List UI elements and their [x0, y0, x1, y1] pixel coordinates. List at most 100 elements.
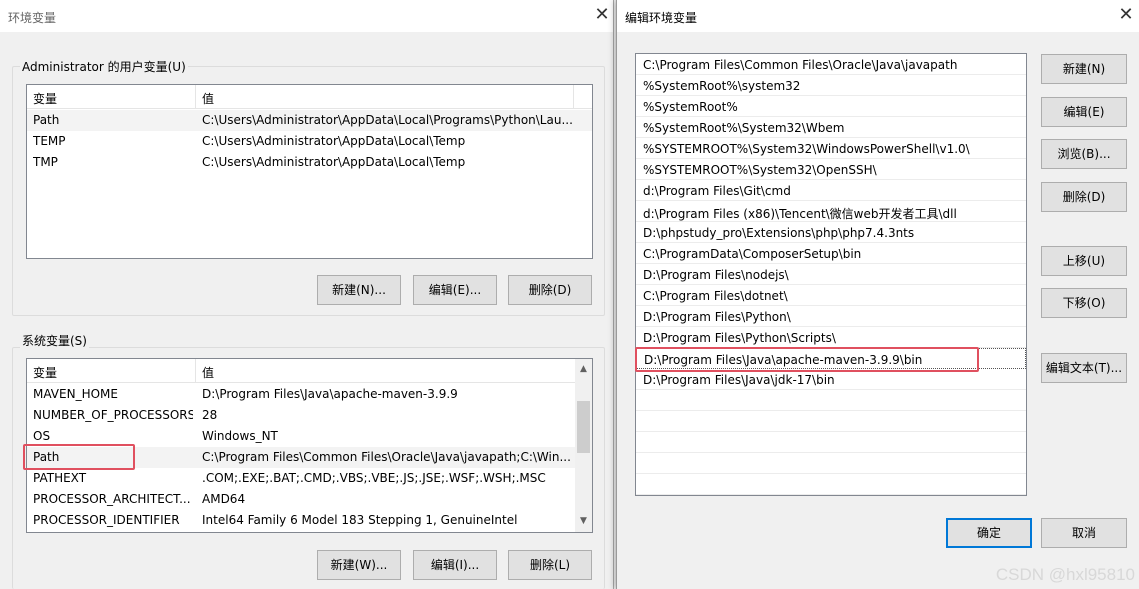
path-browse-button[interactable]: 浏览(B)... — [1041, 139, 1127, 169]
var-name: PATHEXT — [33, 471, 87, 485]
button-label: 删除(D) — [1062, 190, 1106, 204]
move-down-button[interactable]: 下移(O) — [1041, 288, 1127, 318]
var-value: Windows_NT — [202, 429, 278, 443]
path-item[interactable]: D:\Program Files\Python\Scripts\ — [636, 327, 1026, 348]
system-vars-header: 变量 值 — [27, 359, 576, 383]
table-row[interactable]: PROCESSOR_IDENTIFIER Intel64 Family 6 Mo… — [27, 510, 576, 531]
edit-dialog-titlebar: 编辑环境变量 ✕ — [617, 0, 1139, 32]
var-name: TEMP — [33, 134, 66, 148]
scroll-thumb[interactable] — [577, 401, 590, 453]
path-new-button[interactable]: 新建(N) — [1041, 54, 1127, 84]
button-label: 新建(W)... — [330, 558, 388, 572]
path-edit-button[interactable]: 编辑(E) — [1041, 97, 1127, 127]
user-delete-button[interactable]: 删除(D) — [508, 275, 592, 305]
button-label: 编辑(I)... — [430, 558, 480, 572]
path-item[interactable]: %SYSTEMROOT%\System32\WindowsPowerShell\… — [636, 138, 1026, 159]
empty-row — [636, 474, 1026, 495]
ok-button[interactable]: 确定 — [946, 518, 1032, 548]
path-list[interactable]: C:\Program Files\Common Files\Oracle\Jav… — [635, 53, 1027, 496]
column-divider[interactable] — [195, 85, 196, 109]
table-row[interactable]: MAVEN_HOME D:\Program Files\Java\apache-… — [27, 384, 576, 405]
user-new-button[interactable]: 新建(N)... — [317, 275, 401, 305]
table-row[interactable]: TEMP C:\Users\Administrator\AppData\Loca… — [27, 131, 592, 152]
col-variable[interactable]: 变量 — [33, 90, 57, 107]
var-value: D:\Program Files\Java\apache-maven-3.9.9 — [202, 387, 458, 401]
var-value: .COM;.EXE;.BAT;.CMD;.VBS;.VBE;.JS;.JSE;.… — [202, 471, 546, 485]
empty-row — [636, 411, 1026, 432]
var-value: C:\Users\Administrator\AppData\Local\Tem… — [202, 155, 466, 169]
edit-dialog-title: 编辑环境变量 — [625, 11, 698, 25]
system-delete-button[interactable]: 删除(L) — [508, 550, 592, 580]
var-value: C:\Program Files\Common Files\Oracle\Jav… — [202, 450, 571, 464]
var-name: NUMBER_OF_PROCESSORS — [33, 408, 193, 422]
var-value: 28 — [202, 408, 218, 422]
path-item[interactable]: D:\Program Files\Java\jdk-17\bin — [636, 369, 1026, 390]
user-edit-button[interactable]: 编辑(E)... — [413, 275, 497, 305]
system-edit-button[interactable]: 编辑(I)... — [413, 550, 497, 580]
empty-row — [636, 390, 1026, 411]
button-label: 编辑文本(T)... — [1045, 361, 1123, 375]
button-label: 浏览(B)... — [1057, 147, 1111, 161]
table-row[interactable]: Path C:\Users\Administrator\AppData\Loca… — [27, 110, 592, 131]
user-vars-label: Administrator 的用户变量(U) — [20, 58, 188, 75]
button-label: 新建(N) — [1062, 62, 1106, 76]
scroll-down-icon[interactable]: ▼ — [575, 513, 592, 530]
edit-text-button[interactable]: 编辑文本(T)... — [1041, 353, 1127, 383]
col-value[interactable]: 值 — [202, 364, 214, 381]
maven-path-highlight-box — [635, 347, 979, 372]
table-row[interactable]: PROCESSOR_ARCHITECT... AMD64 — [27, 489, 576, 510]
empty-row — [636, 432, 1026, 453]
column-divider[interactable] — [573, 85, 574, 109]
path-item[interactable]: %SystemRoot%\System32\Wbem — [636, 117, 1026, 138]
var-name: PROCESSOR_IDENTIFIER — [33, 513, 180, 527]
button-label: 编辑(E)... — [428, 283, 482, 297]
path-item[interactable]: C:\Program Files\dotnet\ — [636, 285, 1026, 306]
path-delete-button[interactable]: 删除(D) — [1041, 182, 1127, 212]
var-value: C:\Users\Administrator\AppData\Local\Pro… — [202, 113, 573, 127]
path-item[interactable]: %SystemRoot% — [636, 96, 1026, 117]
path-highlight-box — [23, 444, 135, 470]
env-vars-title: 环境变量 — [8, 11, 57, 25]
system-vars-scrollbar[interactable]: ▲ ▼ — [575, 359, 592, 532]
watermark: CSDN @hxl95810 — [995, 565, 1135, 584]
var-value: AMD64 — [202, 492, 246, 506]
var-name: PROCESSOR_ARCHITECT... — [33, 492, 191, 506]
path-item[interactable]: C:\Program Files\Common Files\Oracle\Jav… — [636, 54, 1026, 75]
edit-env-var-dialog: 编辑环境变量 ✕ C:\Program Files\Common Files\O… — [616, 0, 1139, 589]
button-label: 下移(O) — [1062, 296, 1106, 310]
col-variable[interactable]: 变量 — [33, 364, 57, 381]
var-value: C:\Users\Administrator\AppData\Local\Tem… — [202, 134, 466, 148]
path-item[interactable]: d:\Program Files (x86)\Tencent\微信web开发者工… — [636, 201, 1026, 222]
button-label: 新建(N)... — [332, 283, 386, 297]
path-item[interactable]: %SYSTEMROOT%\System32\OpenSSH\ — [636, 159, 1026, 180]
system-new-button[interactable]: 新建(W)... — [317, 550, 401, 580]
env-vars-window: 环境变量 ✕ Administrator 的用户变量(U) 变量 值 Path … — [0, 0, 614, 589]
var-name: TMP — [33, 155, 58, 169]
system-vars-label: 系统变量(S) — [20, 332, 89, 349]
table-row[interactable]: TMP C:\Users\Administrator\AppData\Local… — [27, 152, 592, 173]
path-item[interactable]: D:\Program Files\Python\ — [636, 306, 1026, 327]
button-label: 上移(U) — [1062, 254, 1106, 268]
button-label: 删除(D) — [528, 283, 572, 297]
path-item[interactable]: D:\Program Files\nodejs\ — [636, 264, 1026, 285]
user-vars-header: 变量 值 — [27, 85, 592, 109]
button-label: 删除(L) — [529, 558, 571, 572]
move-up-button[interactable]: 上移(U) — [1041, 246, 1127, 276]
path-item[interactable]: %SystemRoot%\system32 — [636, 75, 1026, 96]
path-item[interactable]: d:\Program Files\Git\cmd — [636, 180, 1026, 201]
user-vars-table[interactable]: 变量 值 Path C:\Users\Administrator\AppData… — [26, 84, 593, 259]
table-row[interactable]: NUMBER_OF_PROCESSORS 28 — [27, 405, 576, 426]
column-divider[interactable] — [195, 359, 196, 383]
close-icon[interactable]: ✕ — [1115, 4, 1137, 26]
button-label: 编辑(E) — [1063, 105, 1105, 119]
col-value[interactable]: 值 — [202, 90, 214, 107]
scroll-up-icon[interactable]: ▲ — [575, 361, 592, 378]
var-value: Intel64 Family 6 Model 183 Stepping 1, G… — [202, 513, 518, 527]
path-item[interactable]: C:\ProgramData\ComposerSetup\bin — [636, 243, 1026, 264]
close-icon[interactable]: ✕ — [591, 4, 613, 26]
var-name: MAVEN_HOME — [33, 387, 118, 401]
button-label: 确定 — [976, 526, 1001, 540]
table-row[interactable]: PATHEXT .COM;.EXE;.BAT;.CMD;.VBS;.VBE;.J… — [27, 468, 576, 489]
path-item[interactable]: D:\phpstudy_pro\Extensions\php\php7.4.3n… — [636, 222, 1026, 243]
cancel-button[interactable]: 取消 — [1041, 518, 1127, 548]
